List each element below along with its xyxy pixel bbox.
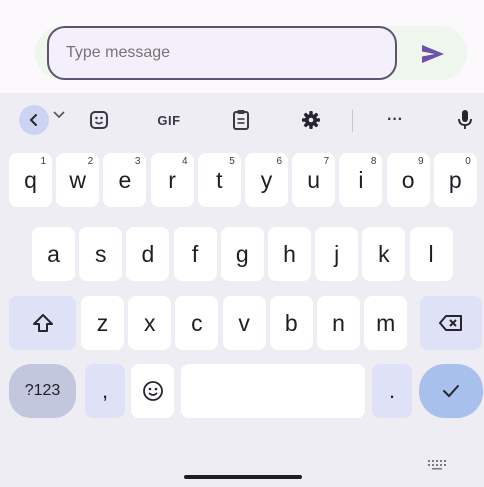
key-u[interactable]: u7 <box>292 153 336 207</box>
symbols-key[interactable]: ?123 <box>9 364 76 418</box>
key-l[interactable]: l <box>409 227 453 281</box>
sticker-icon <box>90 111 108 129</box>
key-e[interactable]: e3 <box>103 153 147 207</box>
enter-key[interactable] <box>419 364 483 418</box>
status-area <box>0 0 484 18</box>
key-r[interactable]: r4 <box>150 153 194 207</box>
keyboard-icon <box>428 460 446 470</box>
comma-key[interactable]: , <box>85 364 125 418</box>
key-hint-7: 7 <box>323 156 330 167</box>
key-t[interactable]: t5 <box>197 153 241 207</box>
key-z[interactable]: z <box>81 296 124 350</box>
clipboard-icon <box>233 110 249 130</box>
microphone-icon <box>458 110 472 129</box>
key-c[interactable]: c <box>175 296 219 350</box>
gif-button[interactable]: GIF <box>152 105 186 135</box>
more-button[interactable]: ··· <box>380 105 410 135</box>
emoji-icon <box>142 381 163 401</box>
send-button[interactable] <box>413 40 453 68</box>
shift-key[interactable] <box>9 296 76 350</box>
key-n[interactable]: n <box>317 296 360 350</box>
key-a[interactable]: a <box>32 227 75 281</box>
keyboard-switch-button[interactable] <box>428 457 448 475</box>
key-hint-8: 8 <box>370 156 377 167</box>
shift-icon <box>32 314 53 332</box>
key-hint-6: 6 <box>276 156 282 167</box>
key-v[interactable]: v <box>222 296 266 350</box>
backspace-key[interactable] <box>420 296 482 350</box>
message-input[interactable] <box>47 26 397 80</box>
key-x[interactable]: x <box>128 296 172 350</box>
key-hint-2: 2 <box>87 156 94 167</box>
voice-input-button[interactable] <box>452 105 478 135</box>
key-s[interactable]: s <box>79 227 123 281</box>
key-m[interactable]: m <box>364 296 408 350</box>
clipboard-button[interactable] <box>226 105 256 135</box>
key-w[interactable]: w2 <box>56 153 100 207</box>
key-d[interactable]: d <box>126 227 170 281</box>
key-i[interactable]: i8 <box>339 153 383 207</box>
gear-icon <box>302 111 320 129</box>
key-g[interactable]: g <box>220 227 264 281</box>
key-hint-1: 1 <box>40 156 46 167</box>
chevron-left-icon <box>29 114 37 126</box>
home-gesture-bar[interactable] <box>184 475 302 479</box>
key-hint-3: 3 <box>134 156 141 167</box>
period-key[interactable]: . <box>372 364 412 418</box>
key-f[interactable]: f <box>173 227 217 281</box>
back-button[interactable] <box>19 105 49 135</box>
backspace-icon <box>439 315 462 331</box>
key-hint-9: 9 <box>418 156 424 167</box>
keyboard: GIF ··· q 1 w 2 e 3 r 4 t 5 y 6 u 7 i 8 … <box>0 93 484 487</box>
key-o[interactable]: o9 <box>386 153 430 207</box>
key-hint-5: 5 <box>229 156 235 167</box>
emoji-sticker-button[interactable] <box>84 105 114 135</box>
emoji-key[interactable] <box>131 364 174 418</box>
toolbar-divider <box>352 110 353 132</box>
key-j[interactable]: j <box>315 227 359 281</box>
key-k[interactable]: k <box>362 227 406 281</box>
key-h[interactable]: h <box>268 227 311 281</box>
hide-keyboard-button[interactable] <box>52 107 66 125</box>
key-p[interactable]: p0 <box>433 153 477 207</box>
key-q[interactable]: q1 <box>9 153 52 207</box>
send-icon <box>422 45 444 63</box>
chevron-down-icon <box>53 111 65 119</box>
key-b[interactable]: b <box>269 296 313 350</box>
space-key[interactable] <box>181 364 365 418</box>
key-hint-4: 4 <box>182 156 188 167</box>
key-y[interactable]: y6 <box>245 153 288 207</box>
checkmark-icon <box>443 385 459 398</box>
keyboard-toolbar: GIF ··· <box>0 93 484 148</box>
key-hint-0: 0 <box>465 156 471 167</box>
settings-button[interactable] <box>296 105 326 135</box>
